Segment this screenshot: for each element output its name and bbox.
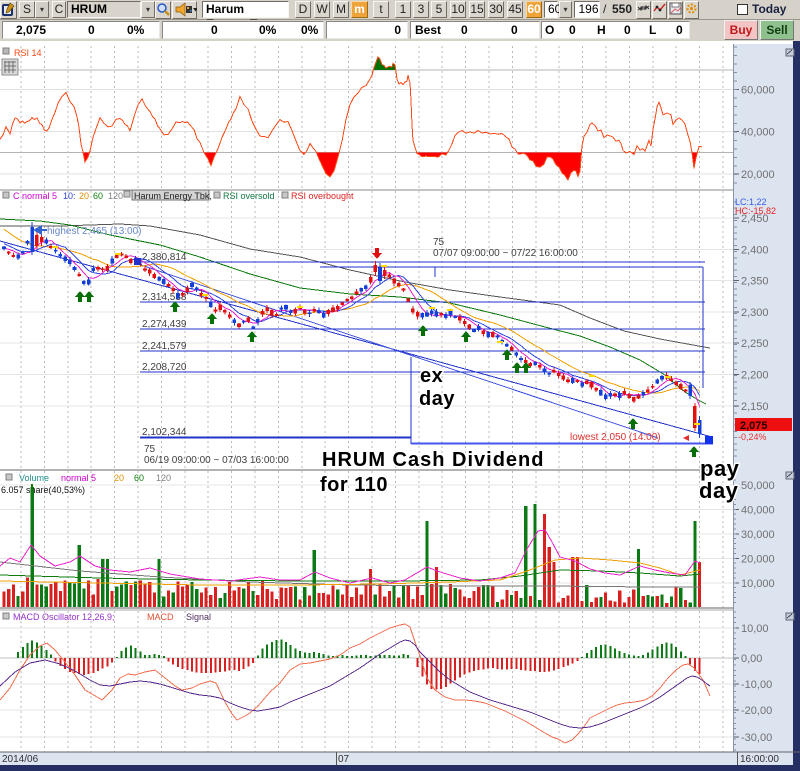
svg-text:-30,00: -30,00 xyxy=(741,732,772,744)
svg-text:10,00: 10,00 xyxy=(741,623,769,635)
svg-text:75: 75 xyxy=(433,237,445,248)
svg-text:2,250: 2,250 xyxy=(741,338,769,350)
svg-text:2,150: 2,150 xyxy=(741,401,769,413)
svg-text:lowest 2,050 (14:00): lowest 2,050 (14:00) xyxy=(570,432,661,443)
svg-text:2,200: 2,200 xyxy=(741,370,769,382)
svg-text:06/19 09:00:00 ~ 07/03 16:00:0: 06/19 09:00:00 ~ 07/03 16:00:00 xyxy=(144,455,289,466)
svg-text:60,000: 60,000 xyxy=(741,85,775,97)
svg-text:16:00:00: 16:00:00 xyxy=(740,754,779,765)
svg-text:HRUM Cash Dividend: HRUM Cash Dividend xyxy=(322,449,544,471)
svg-text:RSI overbought: RSI overbought xyxy=(291,191,354,201)
svg-text:120: 120 xyxy=(108,191,123,201)
svg-text:2,350: 2,350 xyxy=(741,276,769,288)
svg-text:HC:-15,82: HC:-15,82 xyxy=(735,206,776,216)
svg-text:20,000: 20,000 xyxy=(741,169,775,181)
svg-text:-20,00: -20,00 xyxy=(741,705,772,717)
svg-text:6.057 share(40,53%): 6.057 share(40,53%) xyxy=(1,485,85,495)
svg-text:75: 75 xyxy=(144,444,156,455)
svg-text:20: 20 xyxy=(79,191,89,201)
svg-text:07: 07 xyxy=(338,754,350,765)
svg-text:2,300: 2,300 xyxy=(741,307,769,319)
svg-text:Harum Energy Tbk,: Harum Energy Tbk, xyxy=(134,191,212,201)
svg-text:normal 5: normal 5 xyxy=(61,473,96,483)
svg-text:40,000: 40,000 xyxy=(741,127,775,139)
svg-text:C normal 5: C normal 5 xyxy=(13,191,57,201)
svg-text:Volume: Volume xyxy=(19,473,49,483)
svg-text:2014/06: 2014/06 xyxy=(2,754,39,765)
svg-text:2,241,579: 2,241,579 xyxy=(142,341,187,352)
svg-text:40,000: 40,000 xyxy=(741,505,775,517)
svg-text:for 110: for 110 xyxy=(320,474,388,496)
svg-text:2,400: 2,400 xyxy=(741,244,769,256)
svg-text:Signal: Signal xyxy=(186,612,211,622)
svg-text:07/07 09:00:00 ~ 07/22 16:00:0: 07/07 09:00:00 ~ 07/22 16:00:00 xyxy=(433,248,578,259)
svg-text:20: 20 xyxy=(114,473,124,483)
svg-text:2,102,344: 2,102,344 xyxy=(142,427,187,438)
svg-text:ex: ex xyxy=(420,365,443,387)
svg-text:30,000: 30,000 xyxy=(741,529,775,541)
svg-text:60: 60 xyxy=(134,473,144,483)
svg-text:10:: 10: xyxy=(63,191,76,201)
svg-text:day: day xyxy=(699,478,739,503)
svg-text:0,00: 0,00 xyxy=(741,653,762,665)
svg-text:2,274,439: 2,274,439 xyxy=(142,319,187,330)
svg-text:MACD Oscillator 12,26,9;: MACD Oscillator 12,26,9; xyxy=(13,612,115,622)
svg-text:20,000: 20,000 xyxy=(741,554,775,566)
svg-text:highest 2,465 (13:00): highest 2,465 (13:00) xyxy=(47,226,142,237)
svg-text:10,000: 10,000 xyxy=(741,578,775,590)
svg-text:2,075: 2,075 xyxy=(740,420,768,432)
svg-text:2,314,538: 2,314,538 xyxy=(142,292,187,303)
svg-text:RSI 14: RSI 14 xyxy=(14,48,42,58)
svg-text:2,208,720: 2,208,720 xyxy=(142,362,187,373)
svg-text:50,000: 50,000 xyxy=(741,480,775,492)
svg-text:MACD: MACD xyxy=(147,612,174,622)
svg-text:day: day xyxy=(419,388,455,410)
svg-text:60: 60 xyxy=(93,191,103,201)
svg-text:RSI oversold: RSI oversold xyxy=(223,191,275,201)
svg-text:-10,00: -10,00 xyxy=(741,679,772,691)
svg-text:-0,24%: -0,24% xyxy=(738,432,767,442)
svg-text:120: 120 xyxy=(156,473,171,483)
